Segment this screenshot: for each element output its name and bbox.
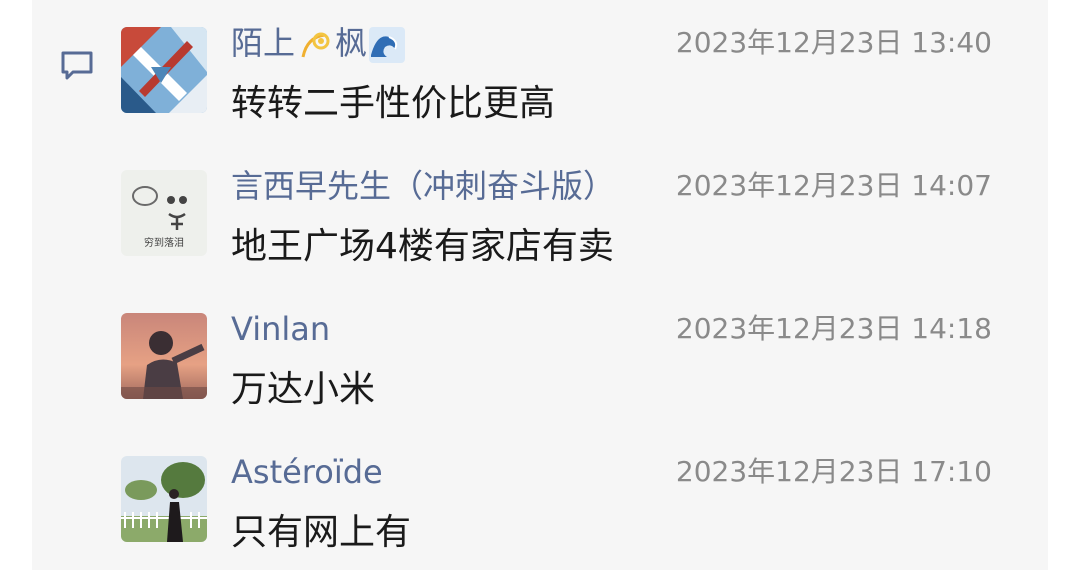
dizzy-emoji-icon: [301, 32, 330, 58]
comment-item: 陌上枫 2023年12月23日 13:40 转转二手性价比更高: [0, 0, 1080, 140]
comment-timestamp: 2023年12月23日 17:10: [675, 455, 992, 488]
avatar[interactable]: [121, 313, 207, 399]
commenter-name[interactable]: 陌上枫: [231, 22, 407, 64]
comment-timestamp: 2023年12月23日 14:07: [675, 169, 992, 202]
comment-item: Vinlan 2023年12月23日 14:18 万达小米: [0, 286, 1080, 426]
svg-text:穷到落泪: 穷到落泪: [144, 236, 184, 249]
avatar[interactable]: [121, 27, 207, 113]
comment-item: Astéroïde 2023年12月23日 17:10 只有网上有: [0, 429, 1080, 569]
commenter-name[interactable]: Astéroïde: [231, 451, 383, 493]
avatar[interactable]: 穷到落泪: [121, 170, 207, 256]
comment-timestamp: 2023年12月23日 14:18: [675, 312, 992, 345]
comment-text: 转转二手性价比更高: [231, 83, 556, 124]
comment-text: 万达小米: [231, 369, 376, 410]
comment-item: 穷到落泪 言西早先生（冲刺奋斗版） 2023年12月23日 14:07 地王广场…: [0, 143, 1080, 283]
comment-text: 只有网上有: [231, 512, 412, 553]
avatar[interactable]: [121, 456, 207, 542]
comment-timestamp: 2023年12月23日 13:40: [675, 26, 992, 59]
commenter-name[interactable]: 言西早先生（冲刺奋斗版）: [231, 165, 615, 207]
wave-emoji-icon: [369, 27, 406, 63]
comment-text: 地王广场4楼有家店有卖: [231, 226, 614, 267]
commenter-name[interactable]: Vinlan: [231, 308, 330, 350]
